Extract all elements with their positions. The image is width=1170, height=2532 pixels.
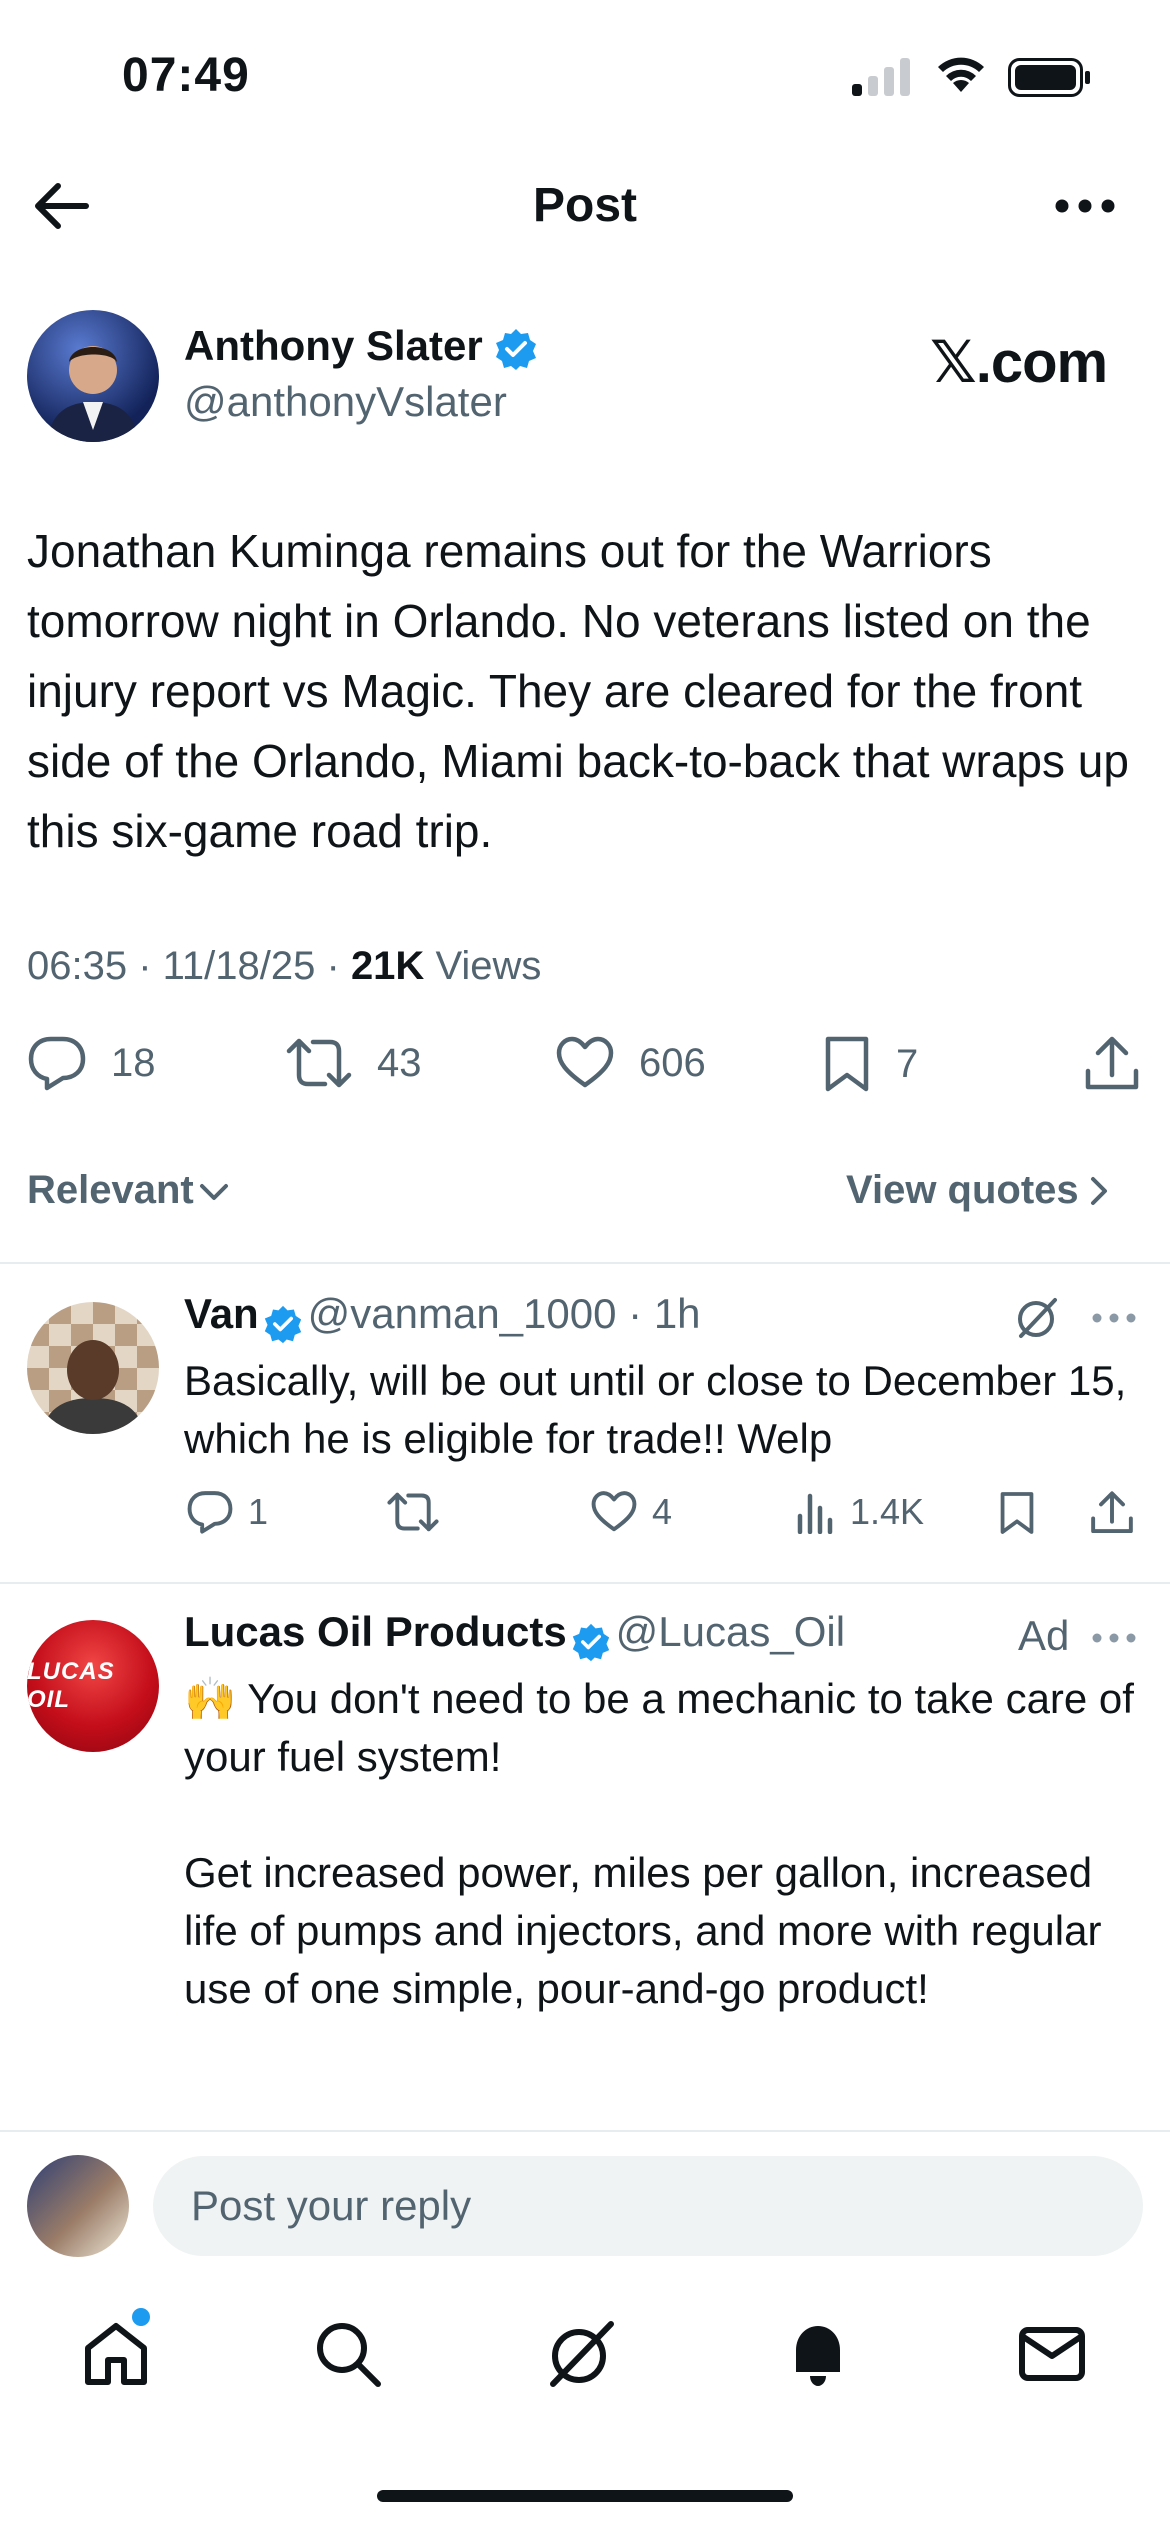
repost-count: 43	[377, 1040, 422, 1085]
heart-icon	[556, 1036, 614, 1088]
ad-more-icon[interactable]	[1092, 1632, 1136, 1644]
grok-icon[interactable]	[1015, 1296, 1059, 1340]
messages-tab-icon[interactable]	[1016, 2318, 1088, 2390]
view-quotes-label: View quotes	[846, 1168, 1079, 1212]
verified-badge-icon	[494, 327, 538, 371]
like-count: 606	[639, 1040, 706, 1085]
reply-handle[interactable]: @vanman_1000	[308, 1290, 617, 1337]
author-avatar[interactable]	[27, 310, 159, 442]
reply-header: Van @vanman_1000 · 1h	[184, 1290, 701, 1344]
chevron-down-icon	[199, 1183, 228, 1200]
view-quotes-link[interactable]: View quotes	[846, 1168, 1115, 1213]
like-button[interactable]: 606	[555, 1035, 706, 1091]
bookmark-icon	[825, 1036, 869, 1092]
reply-icon	[28, 1036, 86, 1091]
reply-avatar[interactable]	[27, 1302, 159, 1434]
reply-count: 18	[111, 1040, 156, 1085]
reply-like-button[interactable]: 4	[590, 1490, 672, 1534]
home-indicator	[377, 2490, 793, 2502]
ad-handle[interactable]: @Lucas_Oil	[616, 1608, 845, 1655]
reply-text: Basically, will be out until or close to…	[184, 1357, 1127, 1462]
post-text: Jonathan Kuminga remains out for the War…	[27, 525, 1129, 857]
divider	[0, 2130, 1170, 2132]
more-options-icon[interactable]	[1055, 198, 1115, 214]
reply-input[interactable]: Post your reply	[153, 2156, 1143, 2256]
views-count: 21K	[350, 944, 425, 988]
source-label: 𝕏.com	[930, 330, 1108, 395]
grok-tab-icon[interactable]	[545, 2318, 617, 2390]
reply-button[interactable]: 18	[27, 1035, 156, 1091]
divider	[0, 1262, 1170, 1264]
author-name-text[interactable]: Anthony Slater	[184, 322, 483, 369]
reply-like-count: 4	[652, 1491, 673, 1532]
ad-name[interactable]: Lucas Oil Products	[184, 1608, 567, 1655]
views-label: Views	[435, 944, 542, 988]
reply-repost-button[interactable]	[386, 1490, 454, 1534]
page-title: Post	[532, 179, 637, 232]
reply-reply-count: 1	[248, 1491, 269, 1532]
reply-views-button[interactable]: 1.4K	[796, 1490, 924, 1534]
sort-dropdown[interactable]: Relevant	[27, 1168, 234, 1213]
bookmark-icon	[1000, 1492, 1034, 1534]
battery-icon	[1008, 58, 1092, 98]
sort-label: Relevant	[27, 1168, 194, 1212]
lucas-oil-logo: LUCAS OIL	[27, 1658, 115, 1713]
search-tab-icon[interactable]	[312, 2318, 384, 2390]
reply-reply-button[interactable]: 1	[186, 1490, 268, 1534]
repost-icon	[387, 1492, 439, 1532]
reply-views-count: 1.4K	[850, 1491, 925, 1532]
home-notification-dot	[132, 2308, 150, 2326]
author-handle[interactable]: @anthonyVslater	[184, 378, 507, 426]
author-name[interactable]: Anthony Slater	[184, 322, 538, 371]
wifi-icon	[935, 52, 987, 94]
repost-icon	[286, 1038, 352, 1088]
share-icon	[1091, 1491, 1133, 1534]
my-avatar[interactable]	[27, 2155, 129, 2257]
reply-name[interactable]: Van	[184, 1290, 259, 1337]
chevron-right-icon	[1090, 1176, 1107, 1205]
reply-share-button[interactable]	[1090, 1490, 1148, 1536]
divider	[0, 1582, 1170, 1584]
share-icon	[1085, 1036, 1139, 1090]
bookmark-button[interactable]: 7	[822, 1035, 918, 1093]
share-button[interactable]	[1084, 1035, 1164, 1093]
reply-icon	[187, 1491, 233, 1534]
ad-avatar[interactable]: LUCAS OIL	[27, 1620, 159, 1752]
verified-badge-icon	[571, 1622, 611, 1662]
cellular-signal-icon	[852, 58, 912, 96]
home-tab-icon[interactable]	[80, 2318, 152, 2390]
ad-label: Ad	[1018, 1612, 1070, 1659]
reply-age: 1h	[653, 1290, 701, 1337]
reply-more-icon[interactable]	[1092, 1312, 1136, 1324]
post-date: 11/18/25	[162, 944, 316, 988]
notifications-tab-icon[interactable]	[782, 2318, 854, 2390]
analytics-icon	[797, 1493, 833, 1534]
ad-text-1: 🙌 You don't need to be a mechanic to tak…	[184, 1675, 1134, 1780]
reply-bookmark-button[interactable]	[998, 1490, 1050, 1536]
status-time: 07:49	[122, 49, 250, 102]
repost-button[interactable]: 43	[285, 1035, 422, 1091]
post-time: 06:35	[27, 944, 128, 988]
verified-badge-icon	[263, 1304, 303, 1344]
heart-icon	[591, 1491, 637, 1532]
ad-header: Lucas Oil Products @Lucas_Oil	[184, 1608, 845, 1662]
ad-text-2: Get increased power, miles per gallon, i…	[184, 1849, 1102, 2012]
post-meta: 06:35 · 11/18/25 · 21K Views	[27, 944, 542, 988]
bookmark-count: 7	[896, 1041, 919, 1086]
